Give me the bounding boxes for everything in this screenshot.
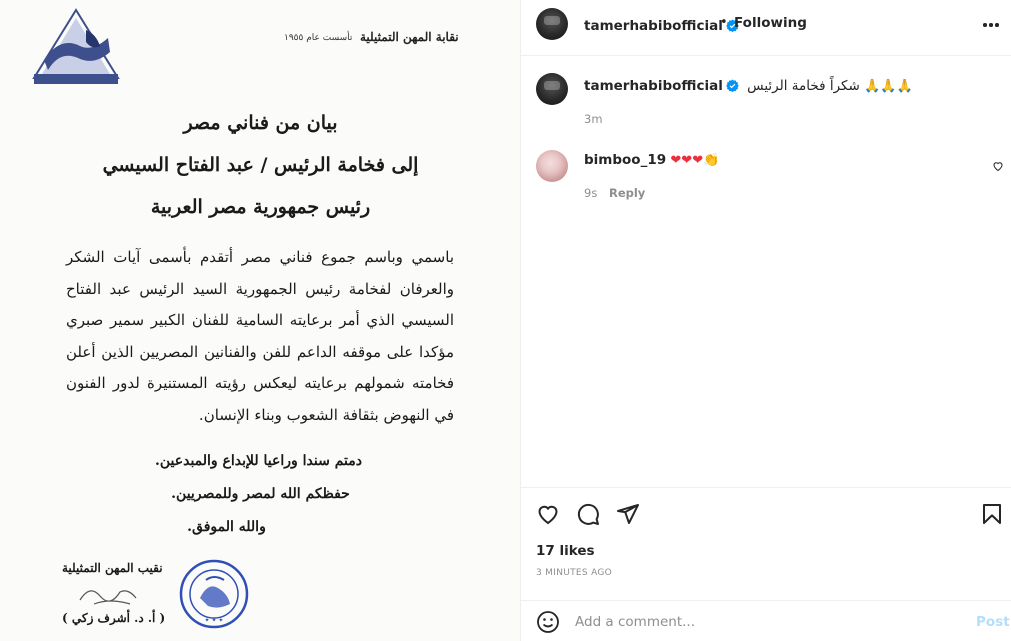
caption-text: شكراً فخامة الرئيس: [747, 78, 860, 94]
add-comment-bar: Post: [521, 600, 1011, 641]
comments-list[interactable]: tamerhabibofficial شكراً فخامة الرئيس 🙏🙏…: [521, 57, 1011, 487]
comment-meta: 9s Reply: [584, 186, 645, 200]
post-caption: tamerhabibofficial شكراً فخامة الرئيس 🙏🙏…: [584, 78, 913, 94]
svg-text:✦ ✦ ✦: ✦ ✦ ✦: [205, 617, 224, 624]
comment-item: bimboo_19 ❤❤❤👏: [584, 152, 719, 168]
post-timestamp[interactable]: 3 MINUTES AGO: [536, 568, 612, 578]
syndicate-logo: [32, 8, 120, 84]
author-username[interactable]: tamerhabibofficial: [584, 18, 723, 34]
comment-like-heart-icon[interactable]: [992, 160, 1004, 172]
heart-icon[interactable]: [536, 502, 560, 526]
document-closing-line: دمتم سندا وراعيا للإبداع والمبدعين.: [154, 453, 363, 469]
document-closing-line: حفظكم الله لمصر وللمصريين.: [171, 486, 350, 502]
more-options-icon[interactable]: [981, 19, 1001, 31]
following-button[interactable]: Following: [734, 15, 807, 31]
document-title: بيان من فناني مصر: [183, 112, 338, 134]
author-avatar[interactable]: [536, 8, 568, 40]
comment-timestamp: 9s: [584, 186, 598, 200]
header-syndicate-name: نقابة المهن التمثيلية: [360, 30, 459, 44]
comment-input[interactable]: [575, 611, 955, 633]
emoji-smile-icon[interactable]: [536, 610, 560, 634]
author-avatar[interactable]: [536, 73, 568, 105]
verified-badge-icon: [726, 79, 739, 92]
paper-plane-icon[interactable]: [616, 502, 640, 526]
caption-emojis: 🙏🙏🙏: [864, 79, 913, 94]
post-side-panel: tamerhabibofficial • Following tamerhabi…: [521, 0, 1011, 641]
bookmark-icon[interactable]: [980, 502, 1004, 526]
header-separator: •: [720, 15, 728, 30]
signature-title: نقيب المهن التمثيلية: [62, 561, 163, 575]
handwritten-signature: [79, 590, 137, 605]
commenter-avatar[interactable]: [536, 150, 568, 182]
likes-count[interactable]: 17 likes: [536, 543, 595, 559]
commenter-username[interactable]: bimboo_19: [584, 152, 666, 168]
comment-clap-emoji: 👏: [703, 153, 720, 168]
comment-hearts: ❤❤❤: [670, 153, 704, 168]
caption-timestamp[interactable]: 3m: [584, 112, 603, 126]
comment-bubble-icon[interactable]: [576, 502, 600, 526]
official-stamp: ✦ ✦ ✦: [179, 559, 249, 629]
post-actions-section: 17 likes 3 MINUTES AGO Post: [521, 487, 1011, 641]
post-comment-button[interactable]: Post: [976, 614, 1010, 630]
document-closing-line: والله الموفق.: [187, 519, 266, 535]
reply-button[interactable]: Reply: [609, 186, 645, 200]
caption-username[interactable]: tamerhabibofficial: [584, 78, 723, 94]
document-body: باسمي وباسم جموع فناني مصر أتقدم بأسمى آ…: [66, 248, 454, 424]
post-image-document[interactable]: نقابة المهن التمثيلية تأسست عام ١٩٥٥ بيا…: [0, 0, 521, 641]
author-username-row[interactable]: tamerhabibofficial: [584, 15, 739, 34]
signature-name: ( أ. د. أشرف زكي ): [62, 611, 166, 625]
document-addressee: إلى فخامة الرئيس / عبد الفتاح السيسي: [102, 154, 419, 176]
document-addressee-title: رئيس جمهورية مصر العربية: [150, 196, 371, 218]
header-established: تأسست عام ١٩٥٥: [284, 33, 353, 43]
post-header: tamerhabibofficial • Following: [521, 0, 1011, 56]
